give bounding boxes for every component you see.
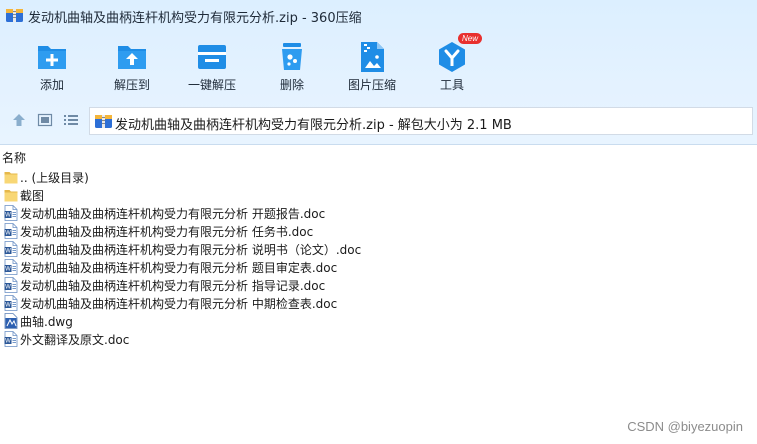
file-name: 发动机曲轴及曲柄连杆机构受力有限元分析 说明书（论文）.doc	[20, 243, 362, 257]
list-item[interactable]: W 发动机曲轴及曲柄连杆机构受力有限元分析 开题报告.doc	[0, 204, 757, 222]
window-title: 发动机曲轴及曲柄连杆机构受力有限元分析.zip - 360压缩	[28, 11, 362, 26]
svg-text:W: W	[5, 339, 11, 345]
one-click-extract-label: 一键解压	[187, 78, 236, 92]
file-name: 发动机曲轴及曲柄连杆机构受力有限元分析 开题报告.doc	[20, 207, 326, 221]
address-text: 发动机曲轴及曲柄连杆机构受力有限元分析.zip - 解包大小为 2.1 MB	[115, 118, 512, 133]
list-item[interactable]: W 外文翻译及原文.doc	[0, 330, 757, 348]
file-name: 发动机曲轴及曲柄连杆机构受力有限元分析 指导记录.doc	[20, 279, 326, 293]
dwg-file-icon	[4, 313, 18, 329]
image-compress-icon	[361, 42, 384, 72]
word-doc-icon: W	[4, 223, 18, 239]
file-name: 截图	[20, 189, 45, 203]
delete-label: 删除	[279, 78, 304, 92]
svg-text:W: W	[5, 303, 11, 309]
list-item[interactable]: .. (上级目录)	[0, 168, 757, 186]
file-name: 外文翻译及原文.doc	[20, 333, 130, 347]
toolbar: 添加 解压到 一键解压 删除 图片压缩 New 工具	[0, 33, 757, 98]
tools-icon	[439, 42, 465, 72]
folder-icon	[4, 172, 18, 184]
svg-text:W: W	[5, 249, 11, 255]
archive-app-icon	[6, 9, 23, 22]
extract-to-button[interactable]: 解压到	[92, 36, 172, 98]
one-click-extract-button[interactable]: 一键解压	[172, 36, 252, 98]
image-compress-button[interactable]: 图片压缩	[332, 36, 412, 98]
word-doc-icon: W	[4, 205, 18, 221]
tools-button[interactable]: New 工具	[412, 33, 492, 98]
watermark: CSDN @biyezuopin	[627, 419, 743, 434]
file-name: 发动机曲轴及曲柄连杆机构受力有限元分析 题目审定表.doc	[20, 261, 338, 275]
list-item[interactable]: 截图	[0, 186, 757, 204]
image-compress-label: 图片压缩	[347, 78, 396, 92]
add-folder-icon	[38, 46, 66, 69]
file-list: 名称 .. (上级目录) 截图 W 发动机曲轴及曲柄连杆机构受力有限元分析 开题报告.…	[0, 144, 757, 444]
file-name: 发动机曲轴及曲柄连杆机构受力有限元分析 中期检查表.doc	[20, 297, 338, 311]
list-item[interactable]: W 发动机曲轴及曲柄连杆机构受力有限元分析 题目审定表.doc	[0, 258, 757, 276]
file-name: 发动机曲轴及曲柄连杆机构受力有限元分析 任务书.doc	[20, 225, 314, 239]
list-item[interactable]: W 发动机曲轴及曲柄连杆机构受力有限元分析 中期检查表.doc	[0, 294, 757, 312]
list-view-icon[interactable]	[63, 112, 79, 128]
up-arrow-icon[interactable]	[11, 112, 27, 128]
delete-trash-icon	[282, 43, 302, 70]
zip-archive-icon	[95, 115, 112, 128]
extract-to-label: 解压到	[113, 78, 150, 92]
folder-icon	[4, 190, 18, 202]
list-item[interactable]: W 发动机曲轴及曲柄连杆机构受力有限元分析 任务书.doc	[0, 222, 757, 240]
word-doc-icon: W	[4, 295, 18, 311]
address-bar[interactable]: 发动机曲轴及曲柄连杆机构受力有限元分析.zip - 解包大小为 2.1 MB	[89, 107, 753, 135]
title-bar: 发动机曲轴及曲柄连杆机构受力有限元分析.zip - 360压缩	[0, 0, 757, 32]
one-click-extract-icon	[198, 45, 226, 69]
word-doc-icon: W	[4, 241, 18, 257]
file-rows: .. (上级目录) 截图 W 发动机曲轴及曲柄连杆机构受力有限元分析 开题报告.doc…	[0, 168, 757, 348]
word-doc-icon: W	[4, 259, 18, 275]
navigation-row: 发动机曲轴及曲柄连杆机构受力有限元分析.zip - 解包大小为 2.1 MB	[0, 106, 757, 136]
top-chrome: 发动机曲轴及曲柄连杆机构受力有限元分析.zip - 360压缩 添加 解压到 一…	[0, 0, 757, 145]
svg-text:W: W	[5, 231, 11, 237]
window: 发动机曲轴及曲柄连杆机构受力有限元分析.zip - 360压缩 添加 解压到 一…	[0, 0, 757, 444]
add-label: 添加	[39, 78, 64, 92]
new-badge: New	[458, 33, 483, 44]
thumbnail-view-icon[interactable]	[37, 112, 53, 128]
delete-button[interactable]: 删除	[252, 36, 332, 98]
column-header-name[interactable]: 名称	[2, 149, 26, 166]
file-name: .. (上级目录)	[20, 171, 89, 185]
svg-text:W: W	[5, 267, 11, 273]
word-doc-icon: W	[4, 277, 18, 293]
list-item[interactable]: 曲轴.dwg	[0, 312, 757, 330]
extract-to-icon	[118, 46, 146, 69]
svg-text:W: W	[5, 213, 11, 219]
list-item[interactable]: W 发动机曲轴及曲柄连杆机构受力有限元分析 指导记录.doc	[0, 276, 757, 294]
list-item[interactable]: W 发动机曲轴及曲柄连杆机构受力有限元分析 说明书（论文）.doc	[0, 240, 757, 258]
add-button[interactable]: 添加	[12, 36, 92, 98]
file-name: 曲轴.dwg	[20, 315, 73, 329]
word-doc-icon: W	[4, 331, 18, 347]
svg-text:W: W	[5, 285, 11, 291]
tools-label: 工具	[439, 78, 464, 92]
